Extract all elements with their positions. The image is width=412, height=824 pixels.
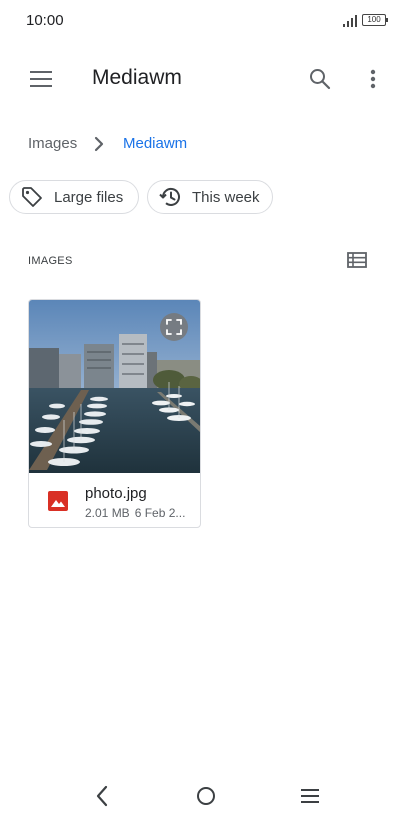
nav-home-button[interactable] [182, 772, 230, 820]
battery-icon: 100 [362, 14, 388, 26]
file-card[interactable]: photo.jpg 2.01 MB 6 Feb 2... [28, 299, 201, 528]
expand-preview-button[interactable] [160, 313, 188, 341]
search-icon [310, 69, 331, 90]
nav-back-button[interactable] [78, 772, 126, 820]
search-button[interactable] [300, 59, 340, 99]
chip-label: Large files [54, 188, 124, 206]
file-meta: 2.01 MB 6 Feb 2... [85, 506, 185, 520]
file-name: photo.jpg [85, 485, 147, 502]
page-title: Mediawm [92, 66, 182, 89]
chip-label: This week [192, 188, 260, 206]
tag-icon [22, 187, 42, 207]
filter-chip-this-week[interactable]: This week [147, 180, 273, 214]
breadcrumb-current[interactable]: Mediawm [123, 135, 187, 152]
status-time: 10:00 [26, 12, 64, 29]
signal-icon [343, 15, 357, 27]
fullscreen-icon [166, 319, 182, 335]
more-options-button[interactable] [353, 59, 393, 99]
recents-icon [301, 789, 319, 803]
file-size: 2.01 MB [85, 506, 130, 520]
history-icon [159, 188, 180, 206]
section-label: IMAGES [28, 255, 73, 267]
list-view-icon [347, 252, 367, 268]
menu-button[interactable] [21, 59, 61, 99]
menu-icon [30, 71, 52, 87]
filter-chip-large-files[interactable]: Large files [9, 180, 139, 214]
more-vert-icon [370, 69, 376, 89]
breadcrumb-root[interactable]: Images [28, 135, 77, 152]
view-toggle-button[interactable] [337, 240, 377, 280]
image-file-icon [48, 491, 68, 511]
back-icon [96, 785, 108, 807]
home-icon [197, 787, 215, 805]
file-date: 6 Feb 2... [134, 506, 186, 520]
nav-recents-button[interactable] [286, 772, 334, 820]
chevron-right-icon [94, 136, 104, 152]
